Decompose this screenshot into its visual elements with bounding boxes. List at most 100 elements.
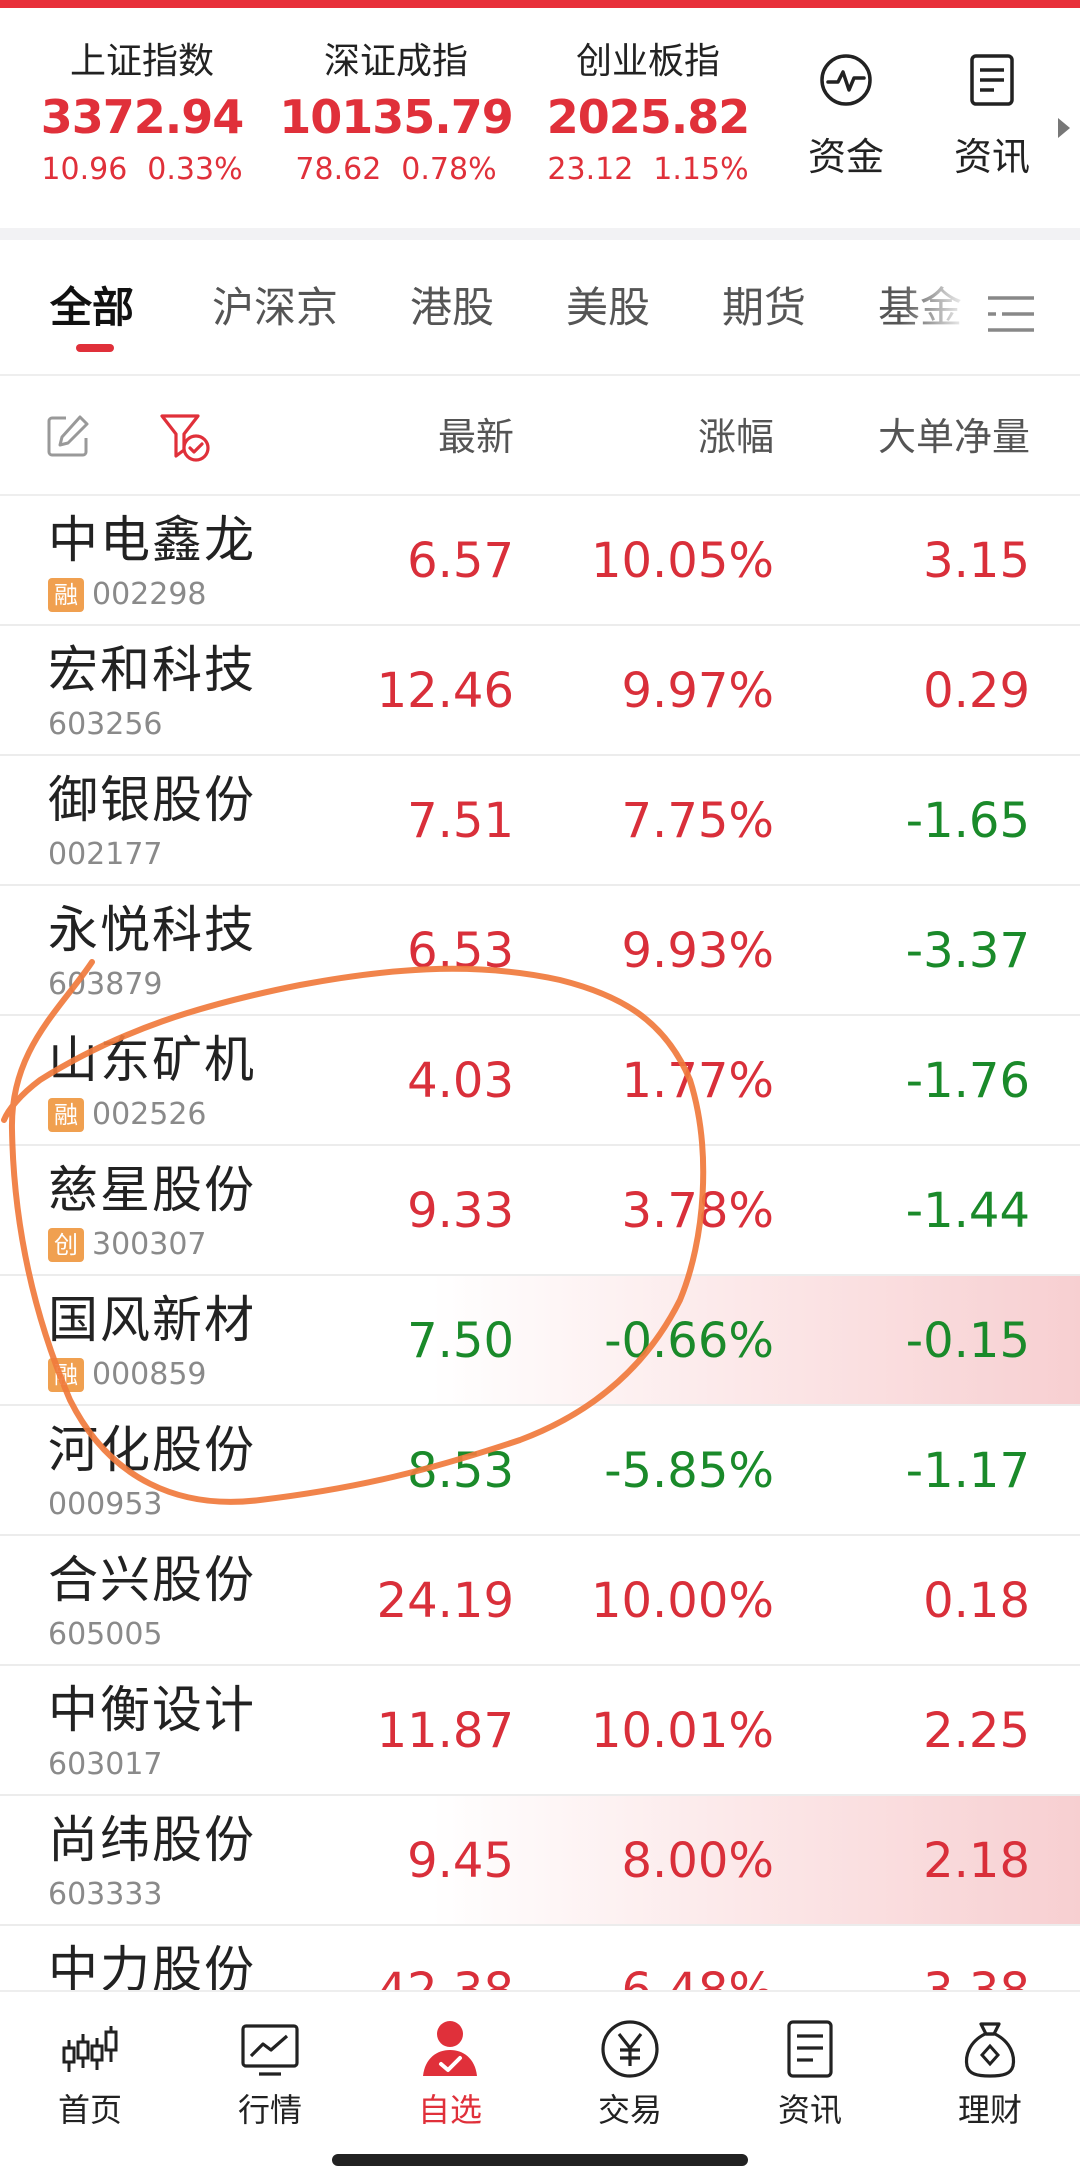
scroll-right-icon[interactable] (1058, 118, 1070, 138)
stock-big-order-net: 2.18 (923, 1833, 1030, 1889)
pulse-icon (820, 54, 872, 106)
table-row[interactable]: 河化股份 000953 8.53 -5.85% -1.17 (0, 1406, 1080, 1536)
tab-all[interactable]: 全部 (50, 280, 134, 336)
table-row[interactable]: 永悦科技 603879 6.53 9.93% -3.37 (0, 886, 1080, 1016)
stock-code: 603017 (48, 1746, 163, 1784)
stock-name: 合兴股份 (48, 1551, 256, 1609)
index-shenzhen[interactable]: 深证成指 10135.79 78.62 0.78% (266, 38, 526, 192)
stock-big-order-net: -3.37 (905, 923, 1030, 979)
stock-code: 融 002526 (48, 1096, 207, 1134)
stock-code-text: 603256 (48, 707, 163, 742)
tab-hk-stocks[interactable]: 港股 (410, 280, 494, 336)
nav-market[interactable]: 行情 (200, 2018, 340, 2130)
nav-label: 资讯 (777, 2091, 842, 2129)
stock-code: 603333 (48, 1876, 163, 1914)
divider (0, 228, 1080, 240)
stock-code: 603256 (48, 706, 163, 744)
tab-us-stocks[interactable]: 美股 (566, 280, 650, 336)
active-tab-indicator (76, 344, 114, 352)
col-change-pct[interactable]: 涨幅 (698, 412, 774, 462)
index-shanghai[interactable]: 上证指数 3372.94 10.96 0.33% (12, 38, 272, 192)
news-button[interactable]: 资讯 (932, 52, 1052, 181)
stock-change-pct: 10.05% (590, 533, 774, 589)
edit-icon[interactable] (44, 412, 92, 460)
index-change: 10.96 0.33% (12, 148, 272, 192)
stock-code: 创 300307 (48, 1226, 207, 1264)
stock-tag-badge: 创 (48, 1228, 84, 1262)
stock-code-text: 002298 (92, 577, 207, 612)
table-row[interactable]: 宏和科技 603256 12.46 9.97% 0.29 (0, 626, 1080, 756)
yen-icon (601, 2020, 659, 2078)
index-value: 3372.94 (40, 90, 245, 144)
stock-name: 尚纬股份 (48, 1811, 256, 1869)
stock-price: 24.19 (376, 1573, 514, 1629)
nav-wealth[interactable]: 理财 (920, 2018, 1060, 2130)
funds-button[interactable]: 资金 (786, 52, 906, 181)
menu-icon[interactable] (986, 292, 1036, 336)
money-bag-icon (964, 2022, 1016, 2078)
market-tabs: 全部 沪深京 港股 美股 期货 基金 (0, 240, 1080, 376)
news-label: 资讯 (953, 135, 1030, 179)
stock-price: 7.51 (407, 793, 514, 849)
table-row[interactable]: 山东矿机 融 002526 4.03 1.77% -1.76 (0, 1016, 1080, 1146)
chart-monitor-icon (241, 2024, 299, 2076)
stock-big-order-net: -1.44 (905, 1183, 1030, 1239)
stock-code-text: 000859 (92, 1357, 207, 1392)
stock-change-pct: 10.01% (590, 1703, 774, 1759)
index-change: 23.12 1.15% (518, 148, 778, 192)
tab-hu-shen-jing[interactable]: 沪深京 (212, 280, 338, 336)
candlestick-icon (62, 2026, 118, 2072)
stock-name: 中电鑫龙 (48, 511, 256, 569)
stock-change-pct: 7.75% (621, 793, 774, 849)
stock-code-text: 002177 (48, 837, 163, 872)
nav-news[interactable]: 资讯 (740, 2018, 880, 2130)
stock-change-pct: 8.00% (621, 1833, 774, 1889)
stock-price: 9.33 (407, 1183, 514, 1239)
col-big-order-net[interactable]: 大单净量 (878, 412, 1030, 462)
nav-watchlist[interactable]: 自选 (380, 2018, 520, 2130)
stock-name: 河化股份 (48, 1421, 256, 1479)
stock-code-text: 002526 (92, 1097, 207, 1132)
nav-label: 交易 (597, 2091, 662, 2129)
stock-code: 605005 (48, 1616, 163, 1654)
nav-label: 自选 (417, 2091, 482, 2129)
nav-trade[interactable]: 交易 (560, 2018, 700, 2130)
stock-change-pct: 3.78% (621, 1183, 774, 1239)
tab-futures[interactable]: 期货 (722, 280, 806, 336)
stock-tag-badge: 融 (48, 1358, 84, 1392)
stock-name: 慈星股份 (48, 1161, 256, 1219)
table-row[interactable]: 慈星股份 创 300307 9.33 3.78% -1.44 (0, 1146, 1080, 1276)
home-indicator (332, 2154, 748, 2166)
watchlist-table: 中电鑫龙 融 002298 6.57 10.05% 3.15 宏和科技 60325… (0, 496, 1080, 2056)
funds-label: 资金 (807, 135, 884, 179)
stock-price: 9.45 (407, 1833, 514, 1889)
table-row[interactable]: 中衡设计 603017 11.87 10.01% 2.25 (0, 1666, 1080, 1796)
index-value: 2025.82 (546, 90, 751, 144)
stock-change-pct: -0.66% (604, 1313, 774, 1369)
stock-code: 002177 (48, 836, 163, 874)
stock-name: 御银股份 (48, 771, 256, 829)
stock-code: 000953 (48, 1486, 163, 1524)
table-row[interactable]: 尚纬股份 603333 9.45 8.00% 2.18 (0, 1796, 1080, 1926)
stock-name: 永悦科技 (48, 901, 256, 959)
index-change-pct: 1.15% (653, 152, 749, 187)
stock-big-order-net: -0.15 (905, 1313, 1030, 1369)
stock-price: 6.57 (407, 533, 514, 589)
stock-price: 6.53 (407, 923, 514, 979)
stock-code-text: 603017 (48, 1747, 163, 1782)
col-latest[interactable]: 最新 (438, 412, 514, 462)
filter-check-icon[interactable] (158, 410, 212, 464)
index-chinext[interactable]: 创业板指 2025.82 23.12 1.15% (518, 38, 778, 192)
stock-price: 8.53 (407, 1443, 514, 1499)
table-row[interactable]: 中电鑫龙 融 002298 6.57 10.05% 3.15 (0, 496, 1080, 626)
stock-code-text: 300307 (92, 1227, 207, 1262)
stock-name: 中衡设计 (48, 1681, 256, 1739)
stock-change-pct: 9.97% (621, 663, 774, 719)
table-row[interactable]: 合兴股份 605005 24.19 10.00% 0.18 (0, 1536, 1080, 1666)
stock-big-order-net: 2.25 (923, 1703, 1030, 1759)
index-change-pct: 0.78% (401, 152, 497, 187)
table-row[interactable]: 国风新材 融 000859 7.50 -0.66% -0.15 (0, 1276, 1080, 1406)
index-change-pct: 0.33% (147, 152, 243, 187)
nav-home[interactable]: 首页 (20, 2018, 160, 2130)
table-row[interactable]: 御银股份 002177 7.51 7.75% -1.65 (0, 756, 1080, 886)
